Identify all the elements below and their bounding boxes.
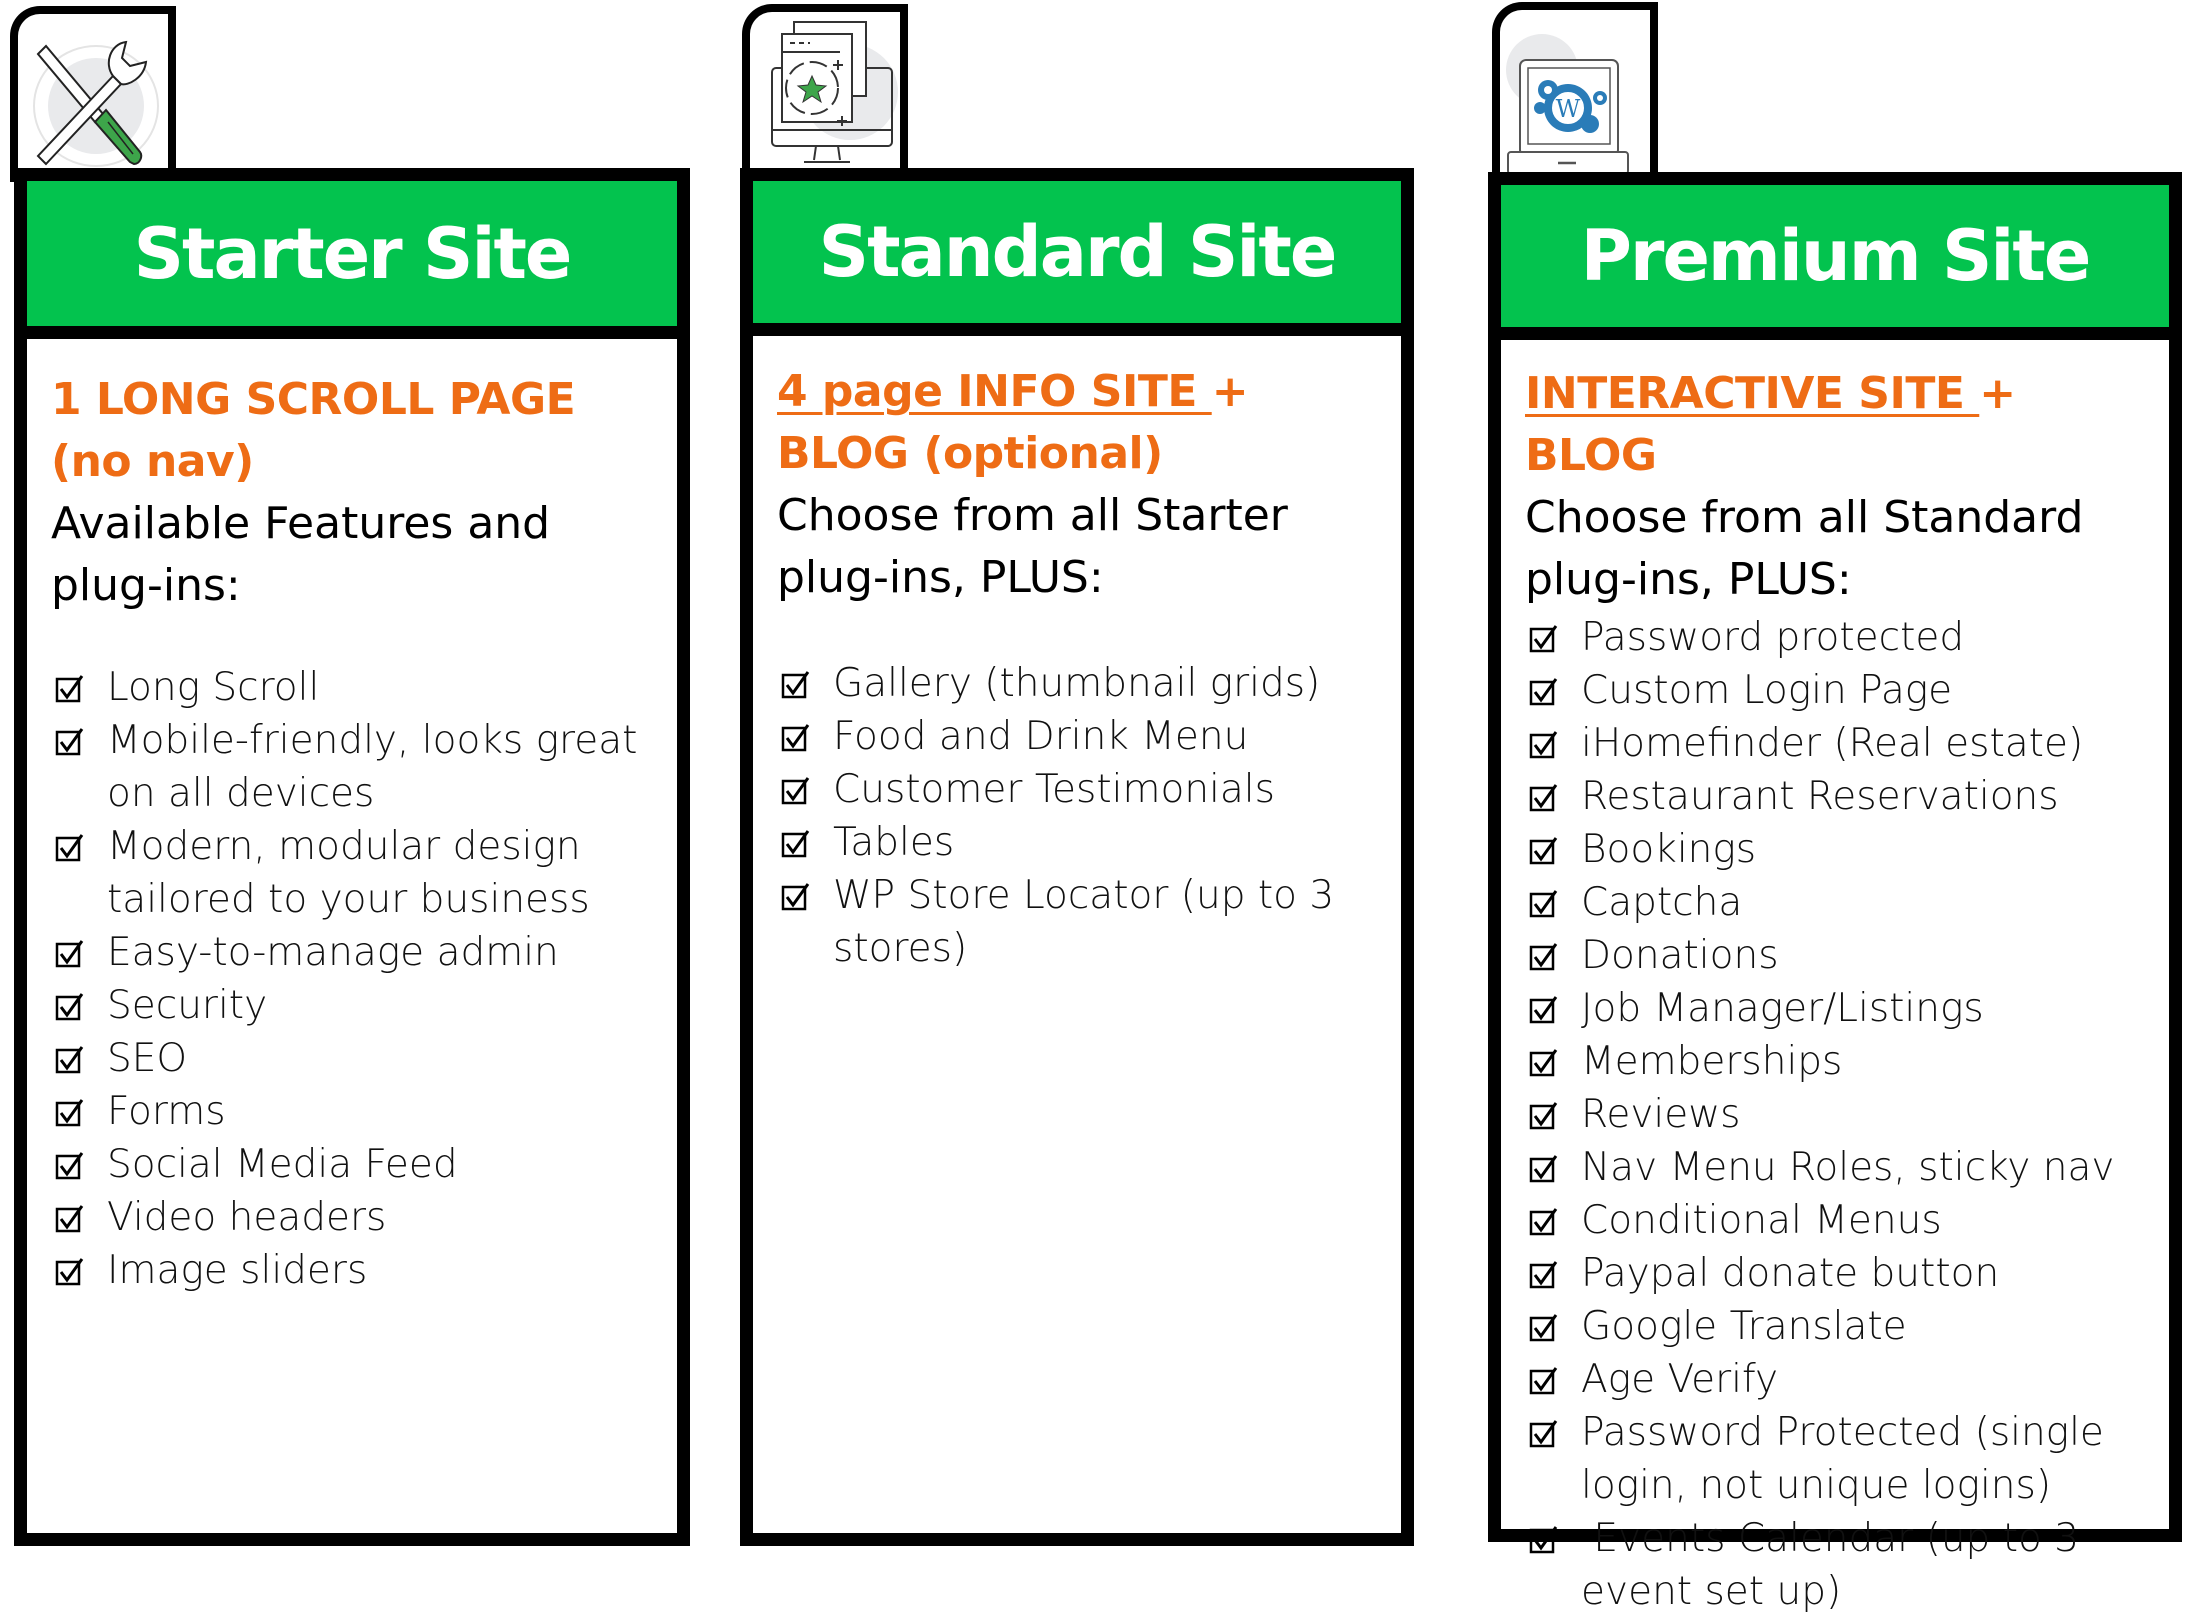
tagline-text: 1 LONG SCROLL PAGE (no nav) [51,374,576,487]
checkbox-checked-icon [1529,1418,1559,1448]
feature-item: Memberships [1525,1035,2145,1088]
feature-item: Bookings [1525,823,2145,876]
card-title: Premium Site [1580,215,2092,297]
feature-item: Forms [51,1085,653,1138]
checkbox-checked-icon [55,1203,85,1233]
feature-item: Security [51,979,653,1032]
feature-item: Custom Login Page [1525,664,2145,717]
checkbox-checked-icon [55,832,85,862]
card-tagline: 4 page INFO SITE + BLOG (optional) [777,361,1377,485]
feature-item: Nav Menu Roles, sticky nav [1525,1141,2145,1194]
card-intro: Available Features and plug-ins: [51,498,551,611]
checkbox-checked-icon [1529,1312,1559,1342]
feature-item: Password Protected (single login, not un… [1525,1406,2145,1512]
checkbox-checked-icon [781,722,811,752]
premium-card-box: Premium Site INTERACTIVE SITE + BLOG Cho… [1488,172,2182,1614]
premium-card-header: Premium Site [1501,185,2169,340]
checkbox-checked-icon [1529,782,1559,812]
feature-item: Age Verify [1525,1353,2145,1406]
starter-icon-tab [10,6,176,182]
checkbox-checked-icon [781,669,811,699]
feature-item: Long Scroll [51,661,653,714]
tagline-underlined: 4 page INFO SITE [777,366,1212,417]
feature-item: Donations [1525,929,2145,982]
feature-list: Gallery (thumbnail grids) Food and Drink… [777,657,1377,975]
card-intro: Choose from all Standard plug-ins, PLUS: [1525,492,2084,605]
feature-item: Easy-to-manage admin [51,926,653,979]
feature-item: Video headers [51,1191,653,1244]
feature-item: Job Manager/Listings [1525,982,2145,1035]
checkbox-checked-icon [55,1097,85,1127]
card-tagline: INTERACTIVE SITE + BLOG [1525,363,2145,487]
checkbox-checked-icon [1529,888,1559,918]
standard-card-box: Standard Site 4 page INFO SITE + BLOG (o… [740,168,1414,1546]
checkbox-checked-icon [1529,994,1559,1024]
feature-item: Reviews [1525,1088,2145,1141]
laptop-wordpress-icon: W [1506,34,1629,175]
card-title: Standard Site [818,211,1338,293]
feature-list: Long Scroll Mobile-friendly, looks great… [51,661,653,1297]
checkbox-checked-icon [1529,1365,1559,1395]
standard-icon-tab [742,4,908,180]
svg-text:W: W [1556,95,1581,123]
premium-icon-tab: W [1492,2,1658,186]
premium-card-body: INTERACTIVE SITE + BLOG Choose from all … [1501,363,2169,1614]
monitor-star-icon [771,21,898,163]
card-title: Starter Site [133,212,573,295]
checkbox-checked-icon [1529,676,1559,706]
checkbox-checked-icon [1529,1153,1559,1183]
starter-card-box: Starter Site 1 LONG SCROLL PAGE (no nav)… [14,168,690,1546]
feature-item: Image sliders [51,1244,653,1297]
checkbox-checked-icon [55,1256,85,1286]
checkbox-checked-icon [1529,1047,1559,1077]
checkbox-checked-icon [1529,623,1559,653]
standard-card-header: Standard Site [753,181,1401,336]
feature-item: Tables [777,816,1377,869]
feature-item: Gallery (thumbnail grids) [777,657,1377,710]
checkbox-checked-icon [1529,1524,1559,1554]
plan-card-starter: Starter Site 1 LONG SCROLL PAGE (no nav)… [0,0,700,1560]
feature-item: Customer Testimonials [777,763,1377,816]
standard-card-body: 4 page INFO SITE + BLOG (optional) Choos… [753,361,1401,1533]
feature-item: Modern, modular design tailored to your … [51,820,653,926]
feature-item: Password protected [1525,611,2145,664]
checkbox-checked-icon [55,1044,85,1074]
checkbox-checked-icon [55,673,85,703]
feature-item: Conditional Menus [1525,1194,2145,1247]
checkbox-checked-icon [1529,1259,1559,1289]
checkbox-checked-icon [1529,941,1559,971]
checkbox-checked-icon [1529,729,1559,759]
tagline-underlined: INTERACTIVE SITE [1525,368,1980,419]
checkbox-checked-icon [781,828,811,858]
starter-card-body: 1 LONG SCROLL PAGE (no nav) Available Fe… [27,369,677,1533]
checkbox-checked-icon [781,775,811,805]
feature-item: Google Translate [1525,1300,2145,1353]
feature-item: Events Calendar (up to 3 event set up) [1525,1512,2145,1618]
checkbox-checked-icon [1529,1100,1559,1130]
feature-list: Password protected Custom Login Page iHo… [1525,611,2145,1618]
plan-card-standard: Standard Site 4 page INFO SITE + BLOG (o… [740,0,1420,1560]
feature-item: Social Media Feed [51,1138,653,1191]
tools-icon [33,40,159,167]
checkbox-checked-icon [55,726,85,756]
checkbox-checked-icon [55,938,85,968]
feature-item: Captcha [1525,876,2145,929]
feature-item: WP Store Locator (up to 3 stores) [777,869,1377,975]
checkbox-checked-icon [781,881,811,911]
feature-item: Mobile-friendly, looks great on all devi… [51,714,653,820]
plan-card-premium: W Premium Site INTERACTIVE SITE + BLOG C… [1488,0,2189,1614]
card-tagline: 1 LONG SCROLL PAGE (no nav) [51,369,653,493]
card-intro: Choose from all Starter plug-ins, PLUS: [777,490,1288,603]
starter-card-header: Starter Site [27,181,677,339]
feature-item: Restaurant Reservations [1525,770,2145,823]
feature-item: SEO [51,1032,653,1085]
feature-item: iHomefinder (Real estate) [1525,717,2145,770]
checkbox-checked-icon [55,991,85,1021]
checkbox-checked-icon [55,1150,85,1180]
checkbox-checked-icon [1529,1206,1559,1236]
feature-item: Paypal donate button [1525,1247,2145,1300]
feature-item: Food and Drink Menu [777,710,1377,763]
checkbox-checked-icon [1529,835,1559,865]
